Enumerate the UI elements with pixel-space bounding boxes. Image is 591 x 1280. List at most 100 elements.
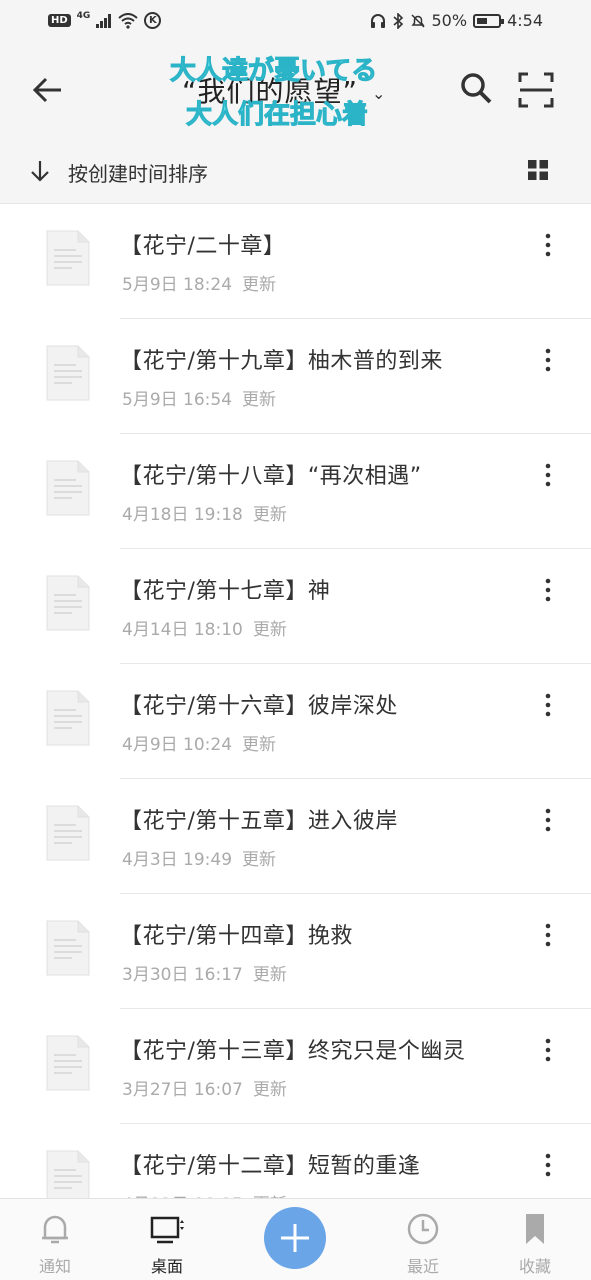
more-options-icon[interactable] <box>536 460 560 490</box>
document-meta: 4月18日 19:18 更新 <box>122 500 287 525</box>
document-status: 更新 <box>242 735 277 755</box>
status-left: HD 4G K <box>48 10 162 29</box>
document-row[interactable]: 【花宁/二十章】 5月9日 18:24 更新 <box>0 204 591 319</box>
bookmark-icon <box>526 1214 544 1244</box>
sort-bar: 按创建时间排序 <box>0 136 591 204</box>
document-meta: 4月12日 18:25更新 <box>122 1190 287 1198</box>
header: “我们的愿望” ⌄ 大人達が憂いてる 大人们在担心着 <box>0 44 591 136</box>
nav-favorites-label: 收藏 <box>518 1257 551 1276</box>
document-title: 【花宁/第十八章】“再次相遇” <box>120 464 422 489</box>
battery-fill <box>477 17 488 24</box>
document-date: 4月9日 10:24 <box>122 735 233 755</box>
document-date: 4月14日 18:10 <box>122 620 243 640</box>
document-icon <box>46 230 90 286</box>
desktop-icon <box>150 1216 184 1244</box>
hd-badge: HD <box>48 14 71 27</box>
document-date: 5月9日 16:54 <box>122 390 233 410</box>
document-row[interactable]: 【花宁/第十五章】进入彼岸 4月3日 19:49 更新 <box>0 779 591 894</box>
document-date: 4月3日 19:49 <box>122 850 233 870</box>
document-date: 5月9日 18:24 <box>122 275 233 295</box>
document-title: 【花宁/第十二章】短暂的重逢 <box>120 1154 421 1179</box>
document-title: 【花宁/第十三章】终究只是个幽灵 <box>120 1039 466 1064</box>
document-icon <box>46 690 90 746</box>
more-options-icon[interactable] <box>536 920 560 950</box>
document-title: 【花宁/第十六章】彼岸深处 <box>120 694 398 719</box>
more-options-icon[interactable] <box>536 1150 560 1180</box>
arrow-down-icon[interactable] <box>28 158 52 184</box>
document-list: 【花宁/二十章】 5月9日 18:24 更新 【花宁/第十九章】柚木普的到来 5月… <box>0 204 591 1198</box>
document-meta: 5月9日 18:24 更新 <box>122 270 276 295</box>
k-app-icon: K <box>144 12 162 29</box>
search-icon[interactable] <box>458 70 494 106</box>
mute-bell-icon <box>410 13 425 28</box>
document-row[interactable]: 【花宁/第十八章】“再次相遇” 4月18日 19:18 更新 <box>0 434 591 549</box>
document-date: 3月27日 16:07 <box>122 1080 243 1100</box>
document-title: 【花宁/第十九章】柚木普的到来 <box>120 349 443 374</box>
document-icon <box>46 1150 90 1198</box>
document-icon <box>46 805 90 861</box>
status-bar: HD 4G K 50% 4:54 <box>0 0 591 44</box>
document-status: 更新 <box>242 390 277 410</box>
document-title: 【花宁/二十章】 <box>120 234 286 259</box>
nav-recent[interactable]: 最近 <box>378 1199 468 1280</box>
document-date: 3月30日 16:17 <box>122 965 243 985</box>
nav-notifications[interactable]: 通知 <box>10 1199 100 1280</box>
document-title: 【花宁/第十七章】神 <box>120 579 331 604</box>
battery-percent: 50% <box>431 11 468 30</box>
overlay-caption-chinese: 大人们在担心着 <box>185 100 369 131</box>
nav-desktop[interactable]: 桌面 <box>122 1199 212 1280</box>
more-options-icon[interactable] <box>536 345 560 375</box>
document-icon <box>46 920 90 976</box>
document-status: 更新 <box>252 1080 287 1100</box>
document-icon <box>46 1035 90 1091</box>
bluetooth-icon <box>392 12 403 29</box>
document-meta: 5月9日 16:54 更新 <box>122 385 276 410</box>
bottom-nav: 通知 桌面 最近 收藏 <box>0 1198 591 1280</box>
more-options-icon[interactable] <box>536 1035 560 1065</box>
scan-icon[interactable] <box>516 70 556 110</box>
document-meta: 4月9日 10:24 更新 <box>122 730 276 755</box>
document-meta: 3月27日 16:07 更新 <box>122 1075 287 1100</box>
document-status: 更新 <box>252 505 287 525</box>
document-status: 更新 <box>242 850 277 870</box>
more-options-icon[interactable] <box>536 575 560 605</box>
bell-icon <box>42 1215 68 1244</box>
document-icon <box>46 460 90 516</box>
document-row[interactable]: 【花宁/第十二章】短暂的重逢 4月12日 18:25更新 <box>0 1124 591 1198</box>
document-row[interactable]: 【花宁/第十三章】终究只是个幽灵 3月27日 16:07 更新 <box>0 1009 591 1124</box>
document-title: 【花宁/第十四章】挽救 <box>120 924 353 949</box>
document-meta: 3月30日 16:17 更新 <box>122 960 287 985</box>
document-row[interactable]: 【花宁/第十七章】神 4月14日 18:10 更新 <box>0 549 591 664</box>
clock-icon <box>407 1213 439 1245</box>
document-status: 更新 <box>252 965 287 985</box>
more-options-icon[interactable] <box>536 230 560 260</box>
nav-recent-label: 最近 <box>406 1257 439 1276</box>
document-icon <box>46 345 90 401</box>
nav-desktop-label: 桌面 <box>150 1257 183 1276</box>
nav-notifications-label: 通知 <box>38 1257 71 1276</box>
document-status: 更新 <box>252 620 287 640</box>
more-options-icon[interactable] <box>536 805 560 835</box>
status-right: 50% 4:54 <box>370 11 543 30</box>
document-date: 4月18日 19:18 <box>122 505 243 525</box>
document-meta: 4月3日 19:49 更新 <box>122 845 276 870</box>
battery-icon <box>473 13 505 28</box>
plus-icon <box>281 1224 309 1252</box>
document-row[interactable]: 【花宁/第十四章】挽救 3月30日 16:17 更新 <box>0 894 591 1009</box>
wifi-icon <box>118 12 138 29</box>
more-options-icon[interactable] <box>536 690 560 720</box>
document-title: 【花宁/第十五章】进入彼岸 <box>120 809 398 834</box>
document-row[interactable]: 【花宁/第十九章】柚木普的到来 5月9日 16:54 更新 <box>0 319 591 434</box>
back-arrow-icon[interactable] <box>28 70 68 110</box>
nav-favorites[interactable]: 收藏 <box>490 1199 580 1280</box>
title-dropdown[interactable]: “我们的愿望” ⌄ 大人達が憂いてる 大人们在担心着 <box>150 48 440 132</box>
network-type: 4G <box>76 10 91 21</box>
document-status: 更新 <box>242 275 277 295</box>
document-row[interactable]: 【花宁/第十六章】彼岸深处 4月9日 10:24 更新 <box>0 664 591 779</box>
add-button[interactable] <box>264 1207 326 1269</box>
sort-order-label[interactable]: 按创建时间排序 <box>68 158 208 187</box>
grid-view-icon[interactable] <box>526 158 550 182</box>
document-meta: 4月14日 18:10 更新 <box>122 615 287 640</box>
clock-time: 4:54 <box>507 11 543 30</box>
document-icon <box>46 575 90 631</box>
